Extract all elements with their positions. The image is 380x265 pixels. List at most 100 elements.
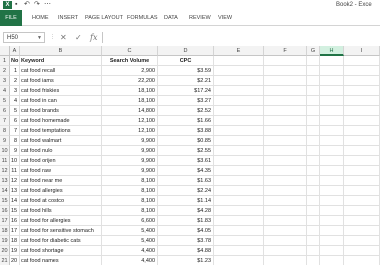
- empty-cell[interactable]: [344, 56, 380, 66]
- name-box[interactable]: H50 ▼: [3, 32, 45, 43]
- empty-cell[interactable]: [344, 236, 380, 246]
- empty-cell[interactable]: [307, 256, 320, 265]
- empty-cell[interactable]: [214, 176, 264, 186]
- cell-no[interactable]: 3: [10, 86, 20, 96]
- row-number[interactable]: 21: [0, 256, 10, 265]
- row-number[interactable]: 15: [0, 196, 10, 206]
- empty-cell[interactable]: [320, 66, 344, 76]
- cell-keyword[interactable]: cat food for allergies: [20, 216, 102, 226]
- cell-keyword[interactable]: cat food raw: [20, 166, 102, 176]
- row-number[interactable]: 9: [0, 136, 10, 146]
- empty-cell[interactable]: [320, 116, 344, 126]
- cell-no[interactable]: 11: [10, 166, 20, 176]
- empty-cell[interactable]: [264, 96, 307, 106]
- tab-file[interactable]: FILE: [0, 10, 22, 26]
- empty-cell[interactable]: [214, 76, 264, 86]
- cell-keyword[interactable]: cat food for sensitive stomach: [20, 226, 102, 236]
- empty-cell[interactable]: [307, 86, 320, 96]
- empty-cell[interactable]: [344, 226, 380, 236]
- empty-cell[interactable]: [320, 196, 344, 206]
- empty-cell[interactable]: [214, 206, 264, 216]
- empty-cell[interactable]: [214, 56, 264, 66]
- empty-cell[interactable]: [307, 106, 320, 116]
- empty-cell[interactable]: [307, 116, 320, 126]
- empty-cell[interactable]: [264, 106, 307, 116]
- empty-cell[interactable]: [214, 196, 264, 206]
- header-cpc[interactable]: CPC: [158, 56, 214, 66]
- row-number[interactable]: 19: [0, 236, 10, 246]
- row-number[interactable]: 20: [0, 246, 10, 256]
- row-number[interactable]: 2: [0, 66, 10, 76]
- cell-cpc[interactable]: $4.05: [158, 226, 214, 236]
- header-keyword[interactable]: Keyword: [20, 56, 102, 66]
- select-all-corner[interactable]: [0, 46, 10, 56]
- empty-cell[interactable]: [344, 156, 380, 166]
- empty-cell[interactable]: [264, 226, 307, 236]
- empty-cell[interactable]: [307, 66, 320, 76]
- cell-keyword[interactable]: cat food friskies: [20, 86, 102, 96]
- cell-cpc[interactable]: $3.27: [158, 96, 214, 106]
- empty-cell[interactable]: [320, 76, 344, 86]
- empty-cell[interactable]: [214, 186, 264, 196]
- cell-cpc[interactable]: $3.61: [158, 156, 214, 166]
- empty-cell[interactable]: [307, 176, 320, 186]
- cell-keyword[interactable]: cat food names: [20, 256, 102, 265]
- cell-search-volume[interactable]: 9,900: [102, 156, 158, 166]
- empty-cell[interactable]: [344, 86, 380, 96]
- cell-no[interactable]: 1: [10, 66, 20, 76]
- empty-cell[interactable]: [307, 216, 320, 226]
- cell-search-volume[interactable]: 9,900: [102, 136, 158, 146]
- empty-cell[interactable]: [344, 246, 380, 256]
- row-number[interactable]: 4: [0, 86, 10, 96]
- empty-cell[interactable]: [264, 186, 307, 196]
- cell-keyword[interactable]: cat food iams: [20, 76, 102, 86]
- cell-search-volume[interactable]: 9,900: [102, 166, 158, 176]
- column-header-f[interactable]: F: [264, 46, 307, 56]
- empty-cell[interactable]: [344, 136, 380, 146]
- empty-cell[interactable]: [214, 236, 264, 246]
- empty-cell[interactable]: [264, 146, 307, 156]
- empty-cell[interactable]: [264, 236, 307, 246]
- cell-search-volume[interactable]: 18,100: [102, 86, 158, 96]
- cell-no[interactable]: 9: [10, 146, 20, 156]
- cell-keyword[interactable]: cat food recall: [20, 66, 102, 76]
- empty-cell[interactable]: [344, 206, 380, 216]
- formula-input[interactable]: [102, 32, 380, 43]
- row-number[interactable]: 16: [0, 206, 10, 216]
- row-number[interactable]: 8: [0, 126, 10, 136]
- cell-cpc[interactable]: $0.85: [158, 136, 214, 146]
- empty-cell[interactable]: [344, 166, 380, 176]
- cell-keyword[interactable]: cat food walmart: [20, 136, 102, 146]
- empty-cell[interactable]: [320, 226, 344, 236]
- empty-cell[interactable]: [344, 106, 380, 116]
- empty-cell[interactable]: [264, 126, 307, 136]
- cell-search-volume[interactable]: 18,100: [102, 96, 158, 106]
- enter-icon[interactable]: ✓: [75, 32, 82, 43]
- cell-keyword[interactable]: cat food orijen: [20, 156, 102, 166]
- column-header-c[interactable]: C: [102, 46, 158, 56]
- cell-no[interactable]: 8: [10, 136, 20, 146]
- empty-cell[interactable]: [264, 176, 307, 186]
- empty-cell[interactable]: [264, 86, 307, 96]
- empty-cell[interactable]: [214, 216, 264, 226]
- save-icon[interactable]: ▪: [15, 0, 17, 10]
- column-header-h[interactable]: H: [320, 46, 344, 56]
- column-header-d[interactable]: D: [158, 46, 214, 56]
- empty-cell[interactable]: [320, 166, 344, 176]
- empty-cell[interactable]: [344, 116, 380, 126]
- empty-cell[interactable]: [320, 216, 344, 226]
- cell-no[interactable]: 16: [10, 216, 20, 226]
- empty-cell[interactable]: [307, 126, 320, 136]
- cell-cpc[interactable]: $1.23: [158, 256, 214, 265]
- empty-cell[interactable]: [320, 246, 344, 256]
- cell-cpc[interactable]: $1.66: [158, 116, 214, 126]
- cell-keyword[interactable]: cat food homemade: [20, 116, 102, 126]
- empty-cell[interactable]: [344, 176, 380, 186]
- empty-cell[interactable]: [320, 186, 344, 196]
- cell-cpc[interactable]: $3.78: [158, 236, 214, 246]
- cell-no[interactable]: 17: [10, 226, 20, 236]
- empty-cell[interactable]: [214, 116, 264, 126]
- row-number[interactable]: 18: [0, 226, 10, 236]
- empty-cell[interactable]: [307, 136, 320, 146]
- column-header-i[interactable]: I: [344, 46, 380, 56]
